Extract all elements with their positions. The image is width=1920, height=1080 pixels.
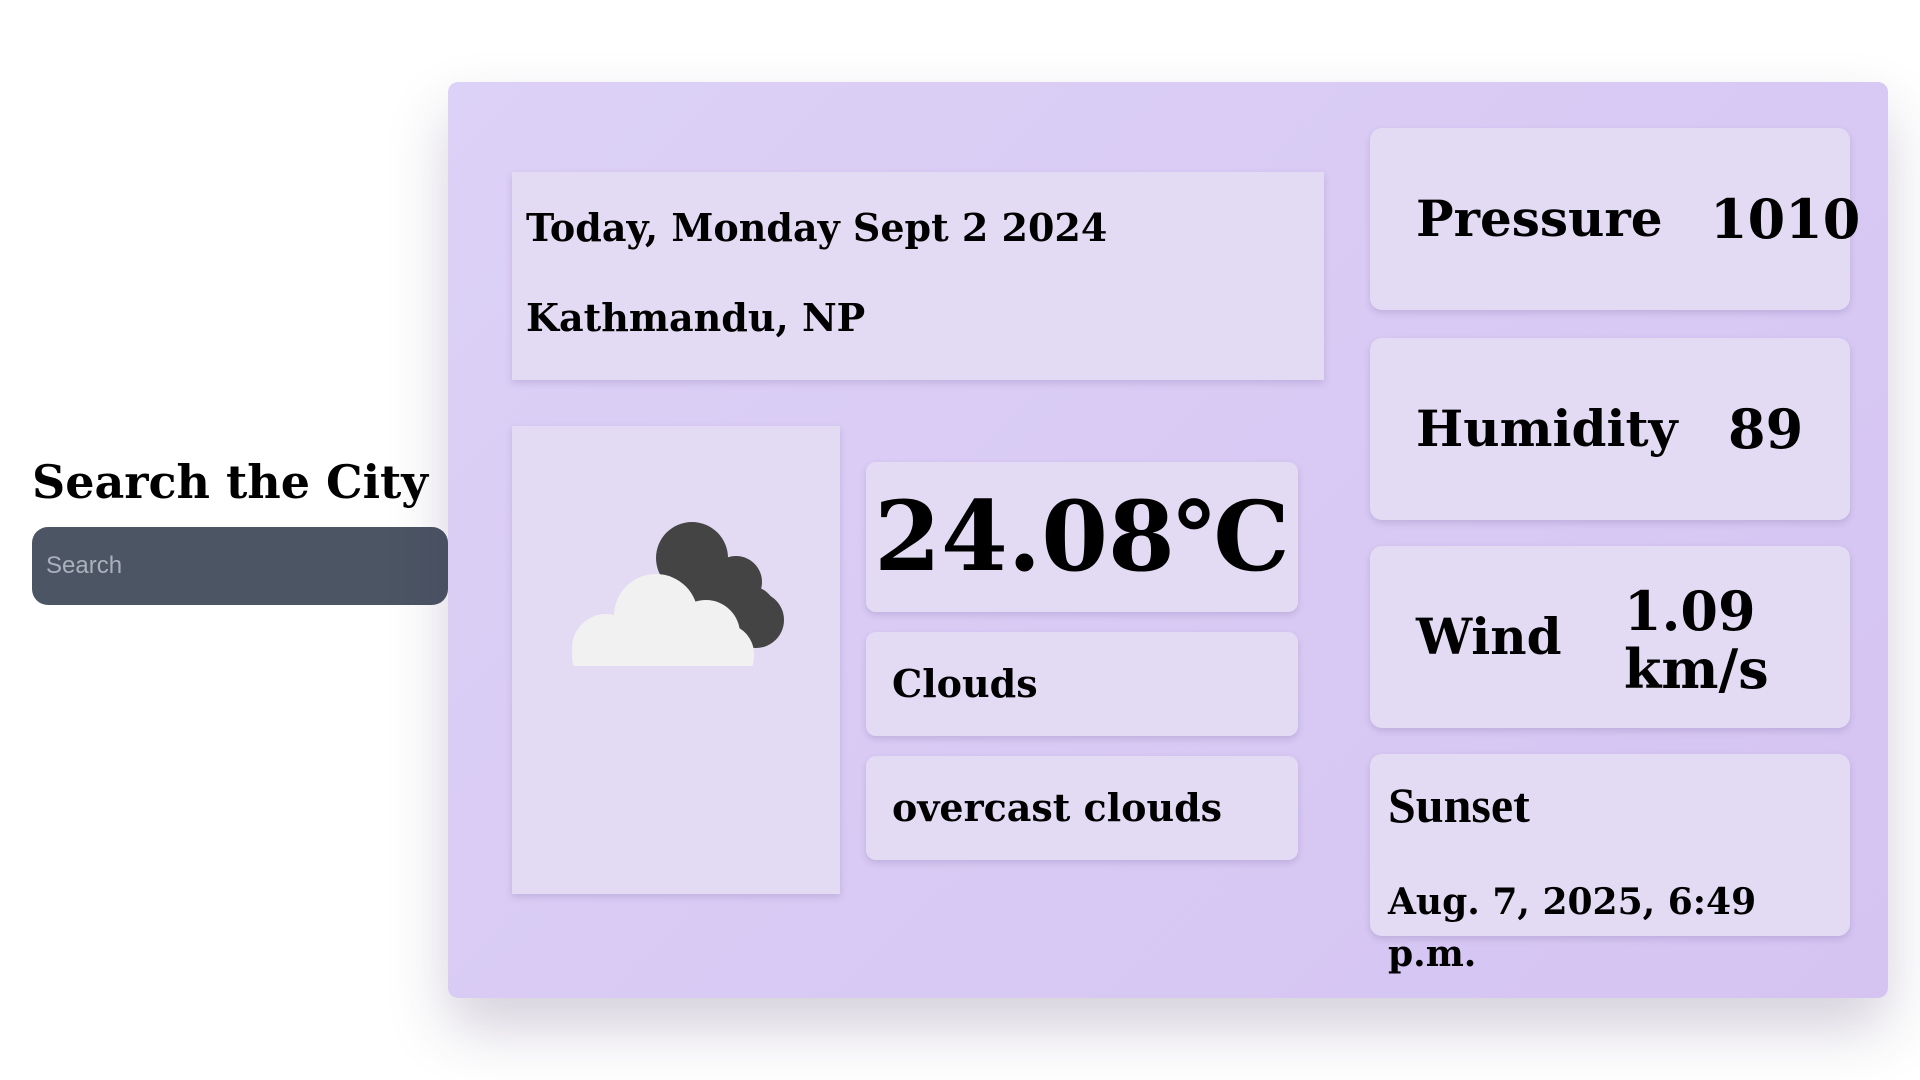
weather-icon-card xyxy=(512,426,840,894)
search-title: Search the City xyxy=(32,455,429,509)
date-location-card: Today, Monday Sept 2 2024 Kathmandu, NP xyxy=(512,172,1324,380)
wind-card: Wind 1.09 km/s xyxy=(1370,546,1850,728)
sunset-label: Sunset xyxy=(1388,777,1530,833)
humidity-label: Humidity xyxy=(1416,399,1678,458)
date-text: Today, Monday Sept 2 2024 xyxy=(526,205,1108,250)
wind-label: Wind xyxy=(1416,607,1562,666)
pressure-value: 1010 xyxy=(1710,187,1861,251)
search-section: Search the City xyxy=(32,455,448,605)
temperature-card: 24.08℃ xyxy=(866,462,1298,612)
description-card: overcast clouds xyxy=(866,756,1298,860)
pressure-card: Pressure 1010 xyxy=(1370,128,1860,310)
wind-value: 1.09 km/s xyxy=(1624,579,1769,701)
condition-card: Clouds xyxy=(866,632,1298,736)
search-input[interactable] xyxy=(32,527,448,605)
cloud-icon xyxy=(572,522,784,666)
location-text: Kathmandu, NP xyxy=(526,295,866,340)
humidity-card: Humidity 89 xyxy=(1370,338,1850,520)
humidity-value: 89 xyxy=(1728,397,1804,461)
weather-panel: Today, Monday Sept 2 2024 Kathmandu, NP … xyxy=(448,82,1888,998)
sunset-card: Sunset Aug. 7, 2025, 6:49 p.m. xyxy=(1370,754,1850,975)
sunset-value: Aug. 7, 2025, 6:49 p.m. xyxy=(1388,881,1757,975)
pressure-label: Pressure xyxy=(1416,189,1663,248)
